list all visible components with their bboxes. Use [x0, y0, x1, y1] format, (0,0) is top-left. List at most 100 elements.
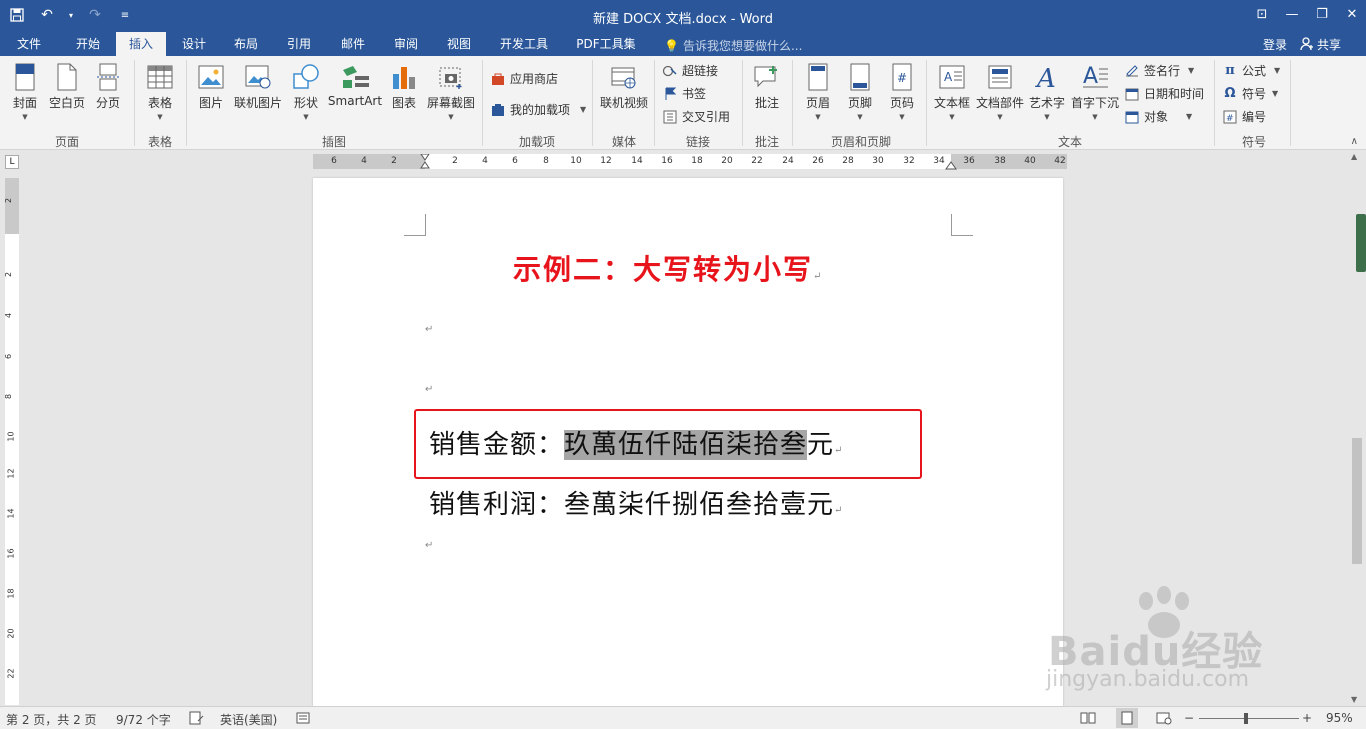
crop-mark: [951, 214, 973, 236]
collapse-ribbon-icon[interactable]: ∧: [1351, 136, 1358, 147]
share-button[interactable]: 共享: [1300, 32, 1360, 56]
tab-developer[interactable]: 开发工具: [494, 32, 554, 56]
new-comment-label: 批注: [754, 96, 779, 110]
macro-record-icon[interactable]: [296, 711, 310, 728]
indent-marker-icon[interactable]: [419, 154, 431, 176]
minimize-button[interactable]: —: [1278, 0, 1306, 28]
language-indicator[interactable]: 英语(美国): [220, 711, 277, 728]
zoom-level[interactable]: 95%: [1326, 711, 1353, 725]
group-separator: [134, 60, 135, 146]
tab-mailings[interactable]: 邮件: [331, 32, 375, 56]
scroll-up-icon[interactable]: ▲: [1351, 152, 1357, 161]
cross-reference-label: 交叉引用: [682, 110, 731, 124]
restore-button[interactable]: ❐: [1308, 0, 1336, 28]
online-pictures-button[interactable]: 联机图片: [232, 62, 284, 111]
table-button[interactable]: 表格 ▼: [143, 62, 177, 121]
print-layout-icon[interactable]: [1116, 708, 1138, 728]
tab-file[interactable]: 文件: [10, 32, 48, 56]
web-layout-icon[interactable]: [1156, 711, 1172, 728]
tab-design[interactable]: 设计: [172, 32, 216, 56]
ruler-tick: 6: [331, 156, 337, 166]
bookmark-button[interactable]: 书签: [662, 85, 706, 102]
header-button[interactable]: 页眉 ▼: [800, 62, 836, 121]
quick-parts-button[interactable]: 文档部件 ▼: [974, 62, 1026, 121]
smartart-label: SmartArt: [327, 94, 383, 108]
tab-view[interactable]: 视图: [437, 32, 481, 56]
page-count[interactable]: 第 2 页，共 2 页: [6, 711, 97, 728]
cover-page-button[interactable]: 封面 ▼: [10, 62, 40, 121]
customize-qat-icon[interactable]: ≡: [114, 4, 136, 26]
zoom-slider-track[interactable]: [1199, 718, 1299, 719]
picture-button[interactable]: 图片: [194, 62, 228, 111]
document-heading[interactable]: 示例二：大写转为小写↵: [513, 248, 823, 288]
smartart-button[interactable]: SmartArt: [327, 62, 383, 108]
my-addins-button[interactable]: 我的加载项 ▼: [490, 101, 586, 118]
online-video-button[interactable]: 联机视频: [598, 62, 650, 111]
scroll-thumb[interactable]: [1352, 438, 1362, 564]
zoom-slider-thumb[interactable]: [1244, 713, 1248, 724]
sales-profit-line[interactable]: 销售利润：叁萬柒仟捌佰叁拾壹元↵: [429, 484, 843, 521]
blank-page-button[interactable]: 空白页: [48, 62, 86, 111]
page-break-button[interactable]: 分页: [92, 62, 124, 111]
blank-page-label: 空白页: [48, 96, 85, 110]
sales-profit-label: 销售利润：: [429, 490, 565, 520]
save-icon[interactable]: [6, 4, 28, 26]
zoom-in-button[interactable]: +: [1302, 711, 1312, 725]
proofing-icon[interactable]: [188, 711, 204, 728]
shapes-button[interactable]: 形状 ▼: [290, 62, 322, 121]
ribbon-display-icon[interactable]: ⊡: [1248, 0, 1276, 28]
new-comment-button[interactable]: 批注: [750, 62, 784, 111]
footer-button[interactable]: 页脚 ▼: [842, 62, 878, 121]
navigation-handle[interactable]: [1356, 214, 1366, 272]
wordart-icon: A: [1033, 62, 1061, 92]
close-button[interactable]: ✕: [1338, 0, 1366, 28]
screenshot-button[interactable]: 屏幕截图 ▼: [425, 62, 477, 121]
tab-layout[interactable]: 布局: [224, 32, 268, 56]
group-pages-label: 页面: [54, 135, 79, 149]
tab-pdf-tools[interactable]: PDF工具集: [572, 32, 640, 56]
ribbon-tabs: 文件 开始 插入 设计 布局 引用 邮件 审阅 视图 开发工具 PDF工具集 💡…: [0, 32, 1366, 56]
online-pictures-icon: [244, 62, 272, 92]
tab-selector[interactable]: L: [5, 155, 19, 169]
object-button[interactable]: 对象 ▼: [1124, 108, 1192, 125]
drop-cap-button[interactable]: A 首字下沉 ▼: [1070, 62, 1120, 121]
group-separator: [792, 60, 793, 146]
vertical-ruler[interactable]: 2 2 4 6 8 10 12 14 16 18 20 22: [4, 178, 19, 705]
group-symbols-label: 符号: [1241, 135, 1266, 149]
vertical-scrollbar[interactable]: ▲ ▼: [1348, 150, 1366, 706]
object-label: 对象: [1144, 110, 1169, 124]
signature-line-button[interactable]: 签名行 ▼: [1124, 62, 1194, 79]
read-mode-icon[interactable]: [1080, 711, 1096, 728]
ruler-tick: 2: [391, 156, 397, 166]
tab-insert[interactable]: 插入: [116, 32, 166, 56]
tab-home[interactable]: 开始: [66, 32, 110, 56]
document-page[interactable]: 示例二：大写转为小写↵ ↵ ↵ 销售金额：玖萬伍仟陆佰柒拾叁元↵ 销售利润：叁萬…: [313, 178, 1063, 708]
undo-icon[interactable]: ↶: [36, 4, 58, 26]
horizontal-ruler[interactable]: 6 4 2 2 4 6 8 10 12 14 16 18 20 22 24 26…: [313, 154, 1067, 170]
word-count[interactable]: 9/72 个字: [116, 711, 171, 728]
tab-review[interactable]: 审阅: [384, 32, 428, 56]
caret-icon: ▼: [1272, 89, 1279, 98]
right-indent-marker-icon[interactable]: [945, 160, 957, 170]
sign-in-link[interactable]: 登录: [1263, 36, 1287, 53]
undo-dropdown-icon[interactable]: ▾: [66, 4, 76, 26]
caret-icon: ▼: [857, 113, 863, 121]
scroll-down-icon[interactable]: ▼: [1351, 695, 1357, 704]
app-store-button[interactable]: 应用商店: [490, 70, 558, 87]
zoom-out-button[interactable]: −: [1184, 711, 1194, 725]
tab-references[interactable]: 引用: [277, 32, 321, 56]
ruler-tick: 2: [452, 156, 458, 166]
chart-button[interactable]: 图表: [389, 62, 419, 111]
cross-reference-button[interactable]: 交叉引用: [662, 108, 730, 125]
redo-icon[interactable]: ↷: [84, 4, 106, 26]
page-number-button[interactable]: # 页码 ▼: [884, 62, 920, 121]
text-box-button[interactable]: A 文本框 ▼: [932, 62, 972, 121]
group-separator: [654, 60, 655, 146]
date-time-button[interactable]: 日期和时间: [1124, 85, 1204, 102]
symbol-button[interactable]: Ω 符号 ▼: [1222, 85, 1278, 102]
tell-me-search[interactable]: 💡 告诉我您想要做什么...: [664, 37, 802, 54]
numbering-button[interactable]: # 编号: [1222, 108, 1266, 125]
equation-button[interactable]: π 公式 ▼: [1222, 62, 1280, 79]
wordart-button[interactable]: A 艺术字 ▼: [1028, 62, 1066, 121]
hyperlink-button[interactable]: 超链接: [662, 62, 718, 79]
